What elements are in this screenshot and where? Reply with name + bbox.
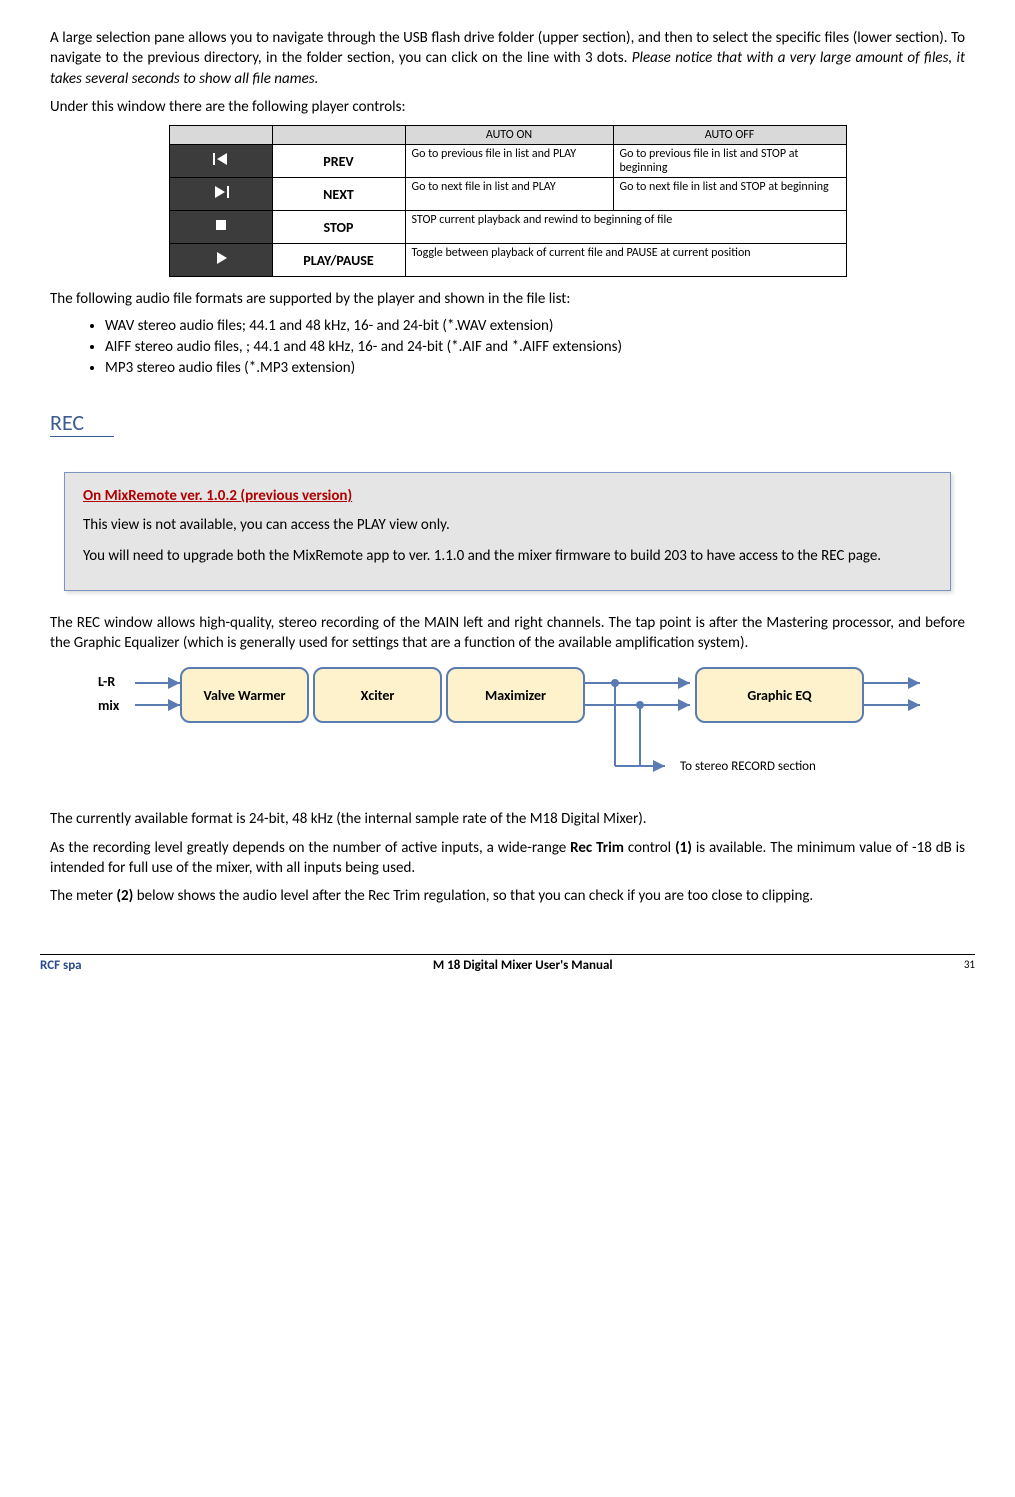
rec-paragraph-3: As the recording level greatly depends o… [50, 838, 965, 879]
prev-icon [169, 145, 272, 178]
marker-2: (2) [116, 887, 133, 905]
next-on: Go to next file in list and PLAY [405, 178, 613, 211]
formats-list: WAV stereo audio files; 44.1 and 48 kHz,… [50, 317, 965, 377]
rec-paragraph-4: The meter (2) below shows the audio leve… [50, 886, 965, 906]
rec-paragraph-1: The REC window allows high-quality, ster… [50, 613, 965, 654]
stop-desc: STOP current playback and rewind to begi… [405, 211, 846, 244]
prev-off: Go to previous file in list and STOP at … [613, 145, 846, 178]
table-row: STOP STOP current playback and rewind to… [169, 211, 846, 244]
flow-input-lr: L-R [98, 673, 115, 690]
next-label: NEXT [272, 178, 405, 211]
table-row: NEXT Go to next file in list and PLAY Go… [169, 178, 846, 211]
flow-box-xciter: Xciter [313, 667, 442, 723]
signal-flow-diagram: L-R mix Valve Warmer Xciter Maximizer Gr… [50, 661, 965, 801]
play-pause-desc: Toggle between playback of current file … [405, 244, 846, 277]
version-notice-box: On MixRemote ver. 1.0.2 (previous versio… [64, 472, 951, 591]
notice-p2: You will need to upgrade both the MixRem… [83, 546, 932, 566]
text: The meter [50, 887, 116, 905]
header-empty-1 [169, 126, 272, 145]
text: As the recording level greatly depends o… [50, 839, 570, 857]
intro-paragraph-2: Under this window there are the followin… [50, 97, 965, 117]
table-header-row: AUTO ON AUTO OFF [169, 126, 846, 145]
play-pause-label: PLAY/PAUSE [272, 244, 405, 277]
prev-on: Go to previous file in list and PLAY [405, 145, 613, 178]
notice-title: On MixRemote ver. 1.0.2 (previous versio… [83, 487, 932, 505]
text: control [628, 839, 675, 857]
table-row: PREV Go to previous file in list and PLA… [169, 145, 846, 178]
footer-page-number: 31 [964, 958, 975, 971]
document-page: A large selection pane allows you to nav… [0, 0, 1015, 924]
stop-label: STOP [272, 211, 405, 244]
text: below shows the audio level after the Re… [137, 887, 814, 905]
formats-intro: The following audio file formats are sup… [50, 289, 965, 309]
play-icon [169, 244, 272, 277]
prev-label: PREV [272, 145, 405, 178]
stop-icon [169, 211, 272, 244]
footer-company: RCF spa [40, 958, 82, 973]
next-off: Go to next file in list and STOP at begi… [613, 178, 846, 211]
marker-1: (1) [675, 839, 692, 857]
header-empty-2 [272, 126, 405, 145]
list-item: WAV stereo audio files; 44.1 and 48 kHz,… [105, 317, 965, 335]
list-item: AIFF stereo audio files, ; 44.1 and 48 k… [105, 338, 965, 356]
footer-title: M 18 Digital Mixer User's Manual [82, 958, 964, 973]
rec-trim-bold: Rec Trim [570, 839, 624, 857]
page-footer: RCF spa M 18 Digital Mixer User's Manual… [40, 954, 975, 973]
header-auto-off: AUTO OFF [613, 126, 846, 145]
rec-paragraph-2: The currently available format is 24-bit… [50, 809, 965, 829]
player-controls-table: AUTO ON AUTO OFF PREV Go to previous fil… [169, 125, 847, 277]
flow-record-caption: To stereo RECORD section [680, 759, 816, 774]
list-item: MP3 stereo audio files (*.MP3 extension) [105, 359, 965, 377]
table-row: PLAY/PAUSE Toggle between playback of cu… [169, 244, 846, 277]
flow-input-mix: mix [98, 697, 119, 714]
notice-p1: This view is not available, you can acce… [83, 515, 932, 535]
flow-box-maximizer: Maximizer [446, 667, 585, 723]
intro-paragraph-1: A large selection pane allows you to nav… [50, 28, 965, 89]
next-icon [169, 178, 272, 211]
flow-box-graphic-eq: Graphic EQ [695, 667, 864, 723]
header-auto-on: AUTO ON [405, 126, 613, 145]
rec-heading: REC [50, 409, 114, 437]
flow-box-valve-warmer: Valve Warmer [180, 667, 309, 723]
